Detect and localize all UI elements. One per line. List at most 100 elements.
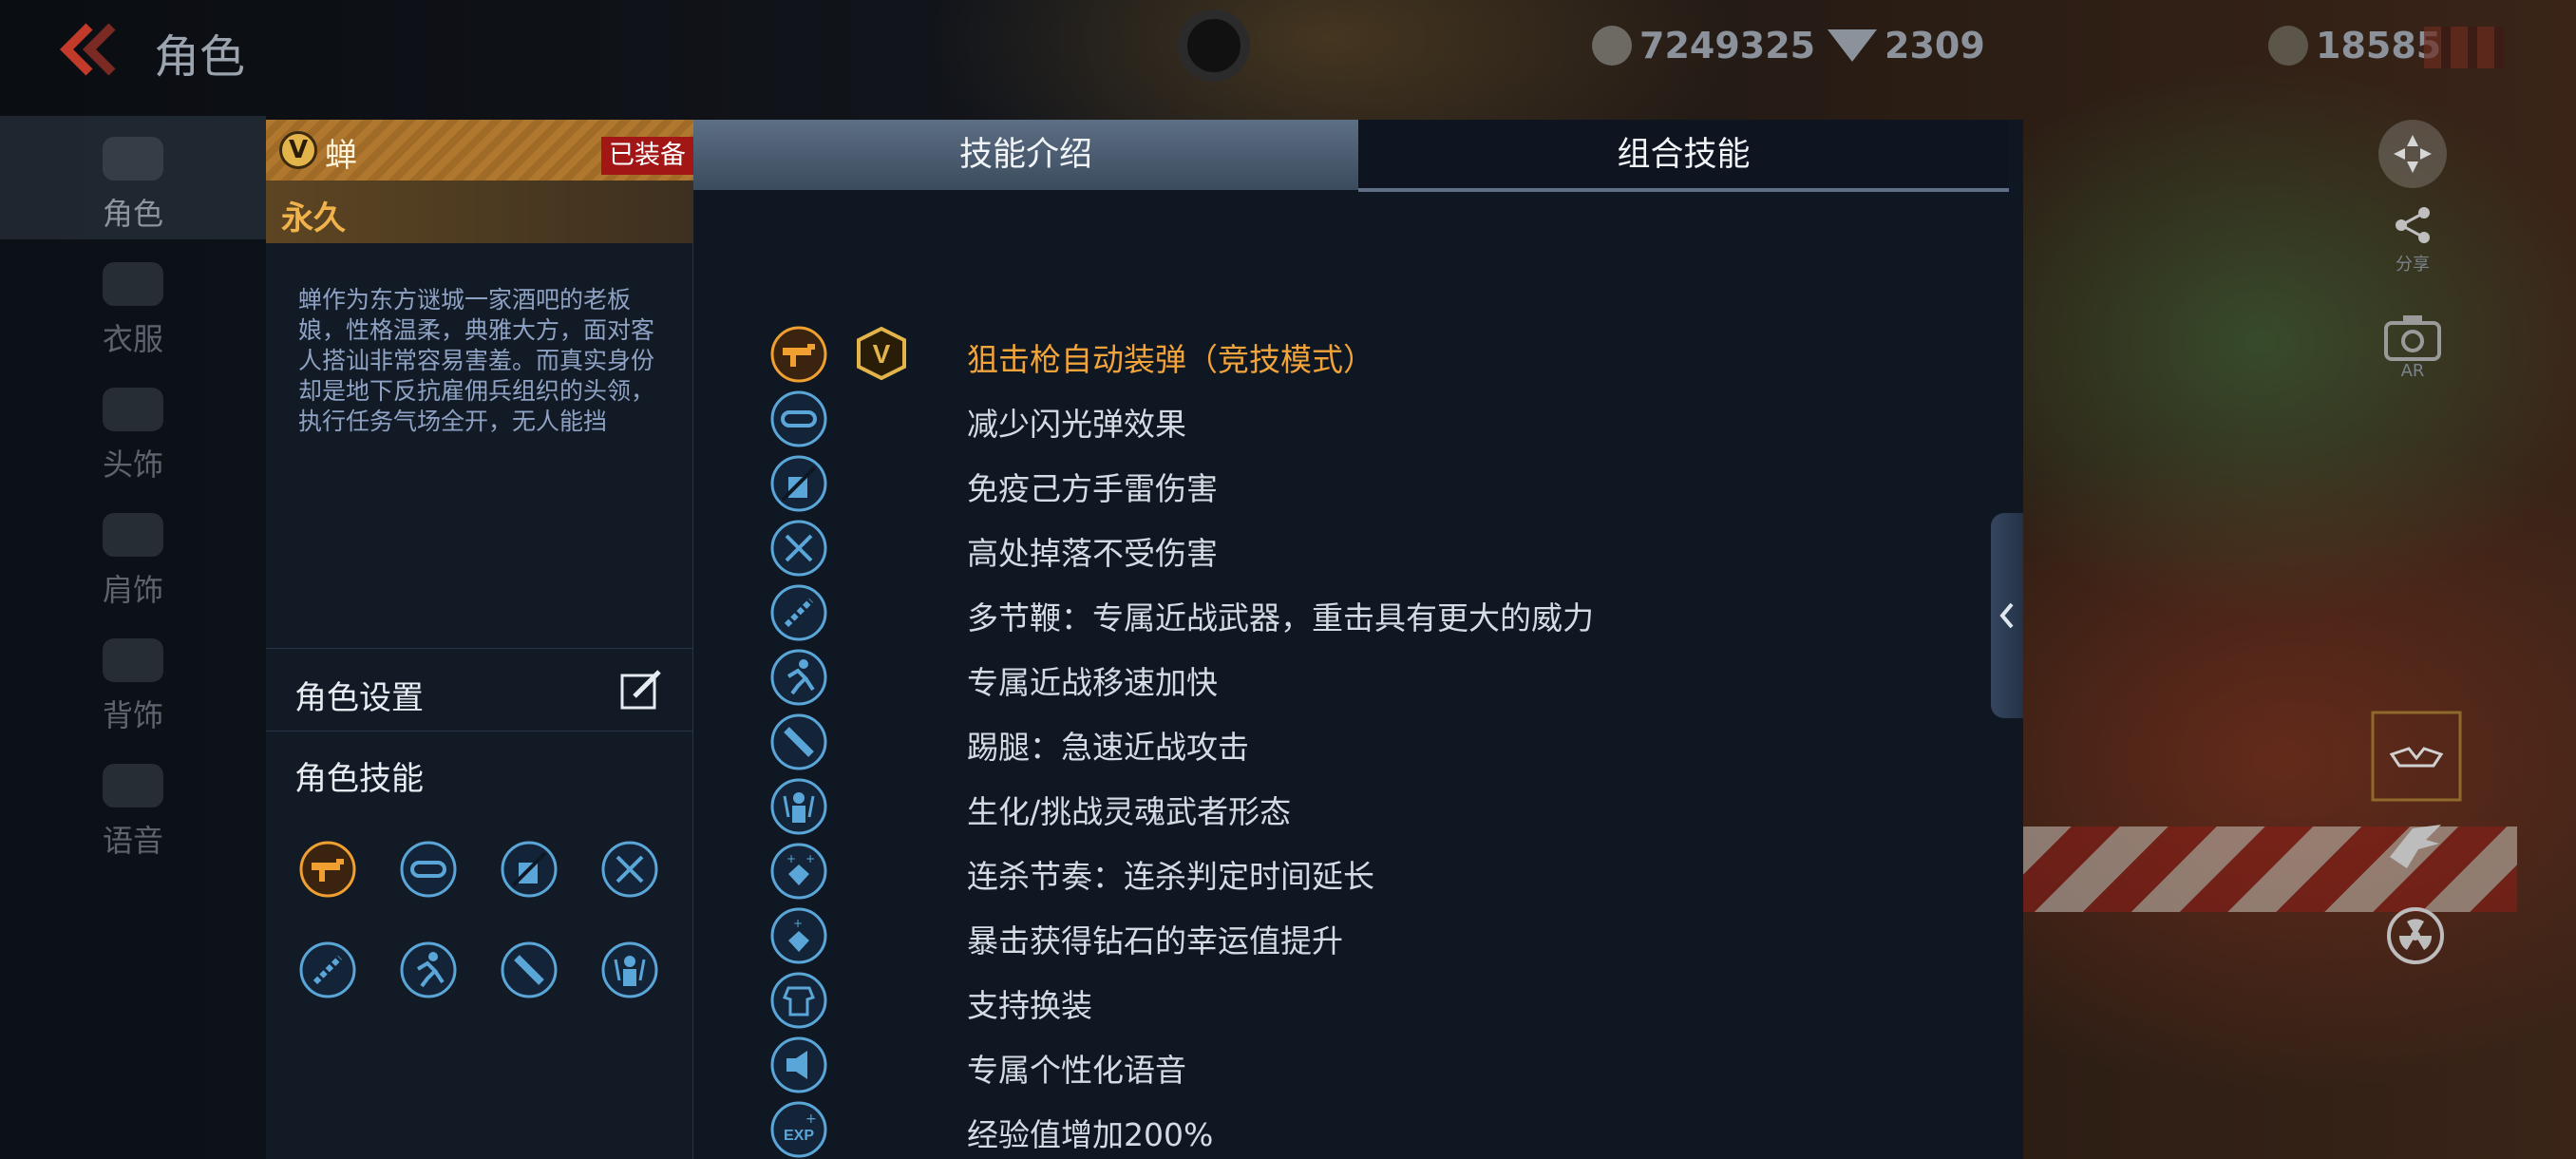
nav-item-voice[interactable]: 语音 [0,743,266,866]
vip-mark: V [873,339,891,369]
goggles-icon [770,390,827,447]
duration-bar: 永久 [266,180,693,243]
flag-icon [2424,27,2504,68]
kick-icon[interactable] [500,940,559,999]
skill-label: 暴击获得钻石的幸运值提升 [967,922,1343,960]
tab-combo-skills[interactable]: 组合技能 [1358,120,2009,190]
skill-label: 狙击枪自动装弹（竞技模式） [967,341,1374,378]
run-icon[interactable] [399,940,458,999]
outfit-change-icon [770,972,827,1029]
skill-row: 免疫己方手雷伤害 [693,450,2004,515]
whip-icon [770,584,827,641]
chevron-left-icon [1999,602,2014,629]
gold-coin-icon [1592,26,1632,66]
eagle-icon[interactable] [2384,819,2447,872]
nav-label: 背饰 [102,697,163,733]
nav-item-shoulder[interactable]: 肩饰 [0,492,266,616]
skill-row: + 暴击获得钻石的幸运值提升 [693,902,2004,967]
skill-label: 生化/挑战灵魂武者形态 [967,793,1292,830]
diamond-currency[interactable]: 2309 [1828,25,1985,66]
svg-text:+: + [805,852,815,865]
svg-text:+: + [786,852,796,865]
skill-label: 免疫己方手雷伤害 [967,470,1218,507]
nav-label: 头饰 [102,446,163,483]
grenade-immune-icon[interactable] [500,840,559,899]
character-skills-label: 角色技能 [294,760,424,798]
nav-label: 语音 [102,823,163,859]
nav-item-clothes[interactable]: 衣服 [0,241,266,365]
skill-label: 减少闪光弹效果 [967,406,1186,443]
soul-warrior-icon [770,778,827,835]
skill-label: 经验值增加200% [967,1116,1214,1153]
back-button[interactable] [57,21,123,78]
character-description: 蝉作为东方谜城一家酒吧的老板娘，性格温柔，典雅大方，面对客人搭讪非常容易害羞。而… [298,286,655,435]
gold-amount: 7249325 [1639,25,1816,66]
edit-icon[interactable] [619,668,663,712]
nav-item-headwear[interactable]: 头饰 [0,367,266,490]
tab-underline [1358,188,2009,192]
character-header: V 蝉 已装备 [266,120,693,180]
skill-row: 生化/挑战灵魂武者形态 [693,773,2004,838]
svg-text:+: + [805,1112,817,1127]
joystick-icon[interactable] [2377,118,2449,190]
skill-label: 支持换装 [967,987,1092,1024]
skill-row: 减少闪光弹效果 [693,386,2004,450]
whip-icon[interactable] [298,940,357,999]
share-label: 分享 [2396,255,2430,275]
svg-text:+: + [793,917,803,930]
skill-row: 支持换装 [693,967,2004,1032]
soul-warrior-icon[interactable] [600,940,659,999]
token-currency[interactable]: 18585 [2268,25,2441,66]
camera-icon[interactable] [2382,312,2443,363]
diamond-icon [1828,29,1877,62]
fall-damage-icon [770,520,827,577]
skill-label: 连杀节奏：连杀判定时间延长 [967,858,1374,895]
sniper-reload-icon[interactable] [298,840,357,899]
character-settings-row[interactable]: 角色设置 [266,648,693,732]
skill-label: 高处掉落不受伤害 [967,535,1218,572]
nav-item-character[interactable]: 角色 [0,116,266,239]
fall-damage-icon[interactable] [600,840,659,899]
character-card: V 蝉 已装备 永久 蝉作为东方谜城一家酒吧的老板娘，性格温柔，典雅大方，面对客… [266,120,693,1159]
left-nav: 角色 衣服 头饰 肩饰 背饰 语音 [0,116,266,1159]
diamond-sparkle-icon: + + [770,843,827,900]
exp-icon-text: EXP [784,1128,814,1144]
grenade-immune-icon [770,455,827,512]
ar-label: AR [2400,361,2425,381]
share-icon[interactable] [2390,201,2437,249]
diamond-amount: 2309 [1885,25,1985,66]
vip-badge-icon: V [857,327,906,380]
goggles-icon[interactable] [399,840,458,899]
character-settings-label: 角色设置 [294,679,424,717]
gold-currency[interactable]: 7249325 [1592,25,1815,66]
clothes-icon [103,262,163,306]
tab-skill-intro[interactable]: 技能介绍 [693,120,1358,190]
nav-label: 角色 [102,196,163,232]
skill-row: 踢腿：急速近战攻击 [693,709,2004,773]
collapse-panel-button[interactable] [1991,513,2023,718]
token-amount: 18585 [2316,25,2442,66]
exp-icon: EXP + [770,1101,827,1158]
character-duration: 永久 [281,200,346,238]
radiation-icon[interactable] [2386,906,2445,965]
skill-row: + + 连杀节奏：连杀判定时间延长 [693,838,2004,902]
back-accessory-icon [103,638,163,682]
kick-icon [770,713,827,770]
skill-label: 多节鞭：专属近战武器，重击具有更大的威力 [967,599,1594,636]
voice-icon [103,764,163,808]
skill-detail-panel: 技能介绍 组合技能 V 狙击枪自动装弹（竞技模式） 减少闪光弹效果 免疫己方手雷… [693,120,2023,1159]
record-icon [1178,10,1250,82]
nav-label: 衣服 [102,321,163,357]
glasses-frame-icon[interactable] [2371,711,2462,802]
shoulder-icon [103,513,163,557]
skill-row: EXP + 经验值增加200% [693,1096,2004,1159]
skill-row: V 狙击枪自动装弹（竞技模式） [693,321,2004,386]
skill-row: 多节鞭：专属近战武器，重击具有更大的威力 [693,580,2004,644]
headwear-icon [103,388,163,431]
nav-item-back-accessory[interactable]: 背饰 [0,618,266,741]
top-bar: 角色 7249325 2309 18585 [0,0,2576,95]
skill-label: 踢腿：急速近战攻击 [967,729,1249,766]
voice-icon [770,1036,827,1093]
back-arrow-icon [59,23,116,76]
skill-row: 专属近战移速加快 [693,644,2004,709]
